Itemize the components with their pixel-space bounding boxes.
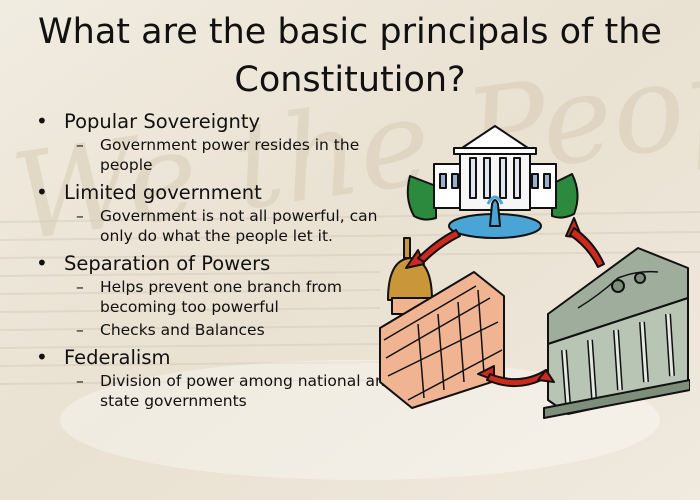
bullet-item: Separation of Powers Helps prevent one b… <box>36 250 396 340</box>
sub-bullet: Checks and Balances <box>68 320 396 340</box>
bullet-label: Popular Sovereignty <box>64 110 261 133</box>
bullet-item: Popular Sovereignty Government power res… <box>36 108 396 175</box>
bullet-item: Federalism Division of power among natio… <box>36 344 396 411</box>
bullet-item: Limited government Government is not all… <box>36 179 396 246</box>
sub-bullet: Division of power among national and sta… <box>68 371 396 411</box>
sub-bullet: Government power resides in the people <box>68 135 396 175</box>
bullet-label: Limited government <box>64 181 262 204</box>
capitol-icon <box>379 237 505 409</box>
sub-bullet: Helps prevent one branch from becoming t… <box>68 277 396 317</box>
bullet-label: Separation of Powers <box>64 252 271 275</box>
supreme-court-icon <box>543 247 690 419</box>
slide-title: What are the basic principals of the Con… <box>38 12 662 100</box>
bullet-label: Federalism <box>64 346 171 369</box>
sub-bullet: Government is not all powerful, can only… <box>68 206 396 246</box>
bullet-list: Popular Sovereignty Government power res… <box>36 108 396 415</box>
three-branches-illustration <box>379 125 690 419</box>
white-house-icon <box>406 125 579 239</box>
